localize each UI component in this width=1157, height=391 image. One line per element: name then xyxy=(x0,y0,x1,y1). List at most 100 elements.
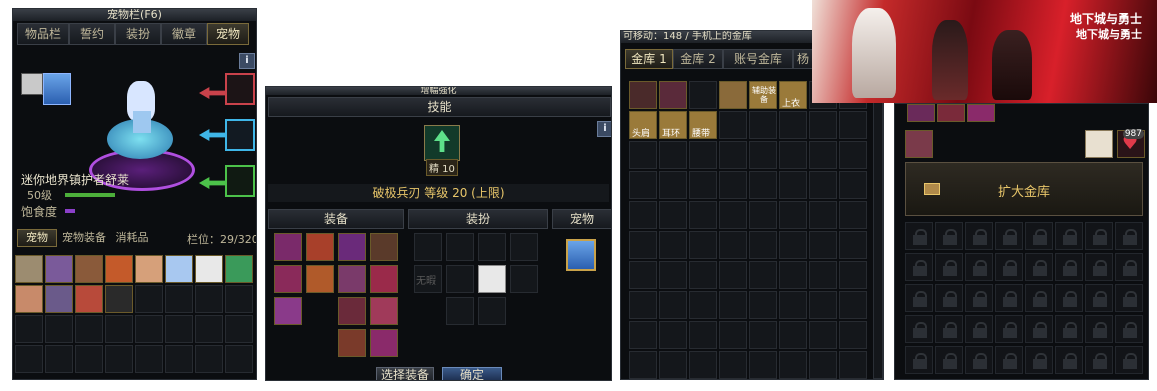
locked-slot[interactable] xyxy=(965,315,993,343)
equipment-item[interactable] xyxy=(338,329,366,357)
empty-slot[interactable] xyxy=(225,285,253,313)
equipment-item[interactable] xyxy=(370,265,398,293)
empty-slot[interactable] xyxy=(779,291,807,319)
empty-slot[interactable] xyxy=(719,351,747,379)
equipment-item[interactable] xyxy=(274,265,302,293)
locked-slot[interactable] xyxy=(935,346,963,374)
empty-slot[interactable] xyxy=(659,351,687,379)
empty-slot[interactable] xyxy=(689,231,717,259)
empty-slot[interactable] xyxy=(135,315,163,343)
empty-slot[interactable] xyxy=(719,201,747,229)
empty-slot[interactable] xyxy=(779,321,807,349)
locked-slot[interactable] xyxy=(905,346,933,374)
empty-slot[interactable] xyxy=(659,291,687,319)
locked-slot[interactable] xyxy=(935,253,963,281)
empty-slot[interactable] xyxy=(75,345,103,373)
avatar-item[interactable] xyxy=(478,265,506,293)
empty-slot[interactable] xyxy=(659,141,687,169)
locked-slot[interactable] xyxy=(905,315,933,343)
empty-slot[interactable] xyxy=(749,141,777,169)
locked-slot[interactable] xyxy=(995,253,1023,281)
equipment-item[interactable] xyxy=(338,233,366,261)
empty-slot[interactable] xyxy=(749,291,777,319)
subtab-pet-equipment[interactable]: 宠物装备 xyxy=(57,229,111,247)
empty-slot[interactable] xyxy=(689,201,717,229)
empty-slot[interactable] xyxy=(779,351,807,379)
empty-slot[interactable] xyxy=(659,261,687,289)
empty-slot[interactable] xyxy=(659,231,687,259)
locked-slot[interactable] xyxy=(1025,315,1053,343)
empty-slot[interactable] xyxy=(659,201,687,229)
locked-slot[interactable] xyxy=(1085,315,1113,343)
locked-slot[interactable] xyxy=(965,253,993,281)
equipment-item[interactable] xyxy=(370,329,398,357)
empty-slot[interactable] xyxy=(779,171,807,199)
empty-slot[interactable] xyxy=(749,261,777,289)
empty-slot[interactable] xyxy=(689,261,717,289)
empty-slot[interactable] xyxy=(839,321,867,349)
empty-slot[interactable] xyxy=(629,261,657,289)
locked-slot[interactable] xyxy=(1055,222,1083,250)
empty-slot[interactable] xyxy=(165,315,193,343)
locked-slot[interactable] xyxy=(965,346,993,374)
empty-slot[interactable] xyxy=(689,141,717,169)
empty-slot[interactable] xyxy=(809,171,837,199)
empty-slot[interactable] xyxy=(839,201,867,229)
locked-slot[interactable] xyxy=(1025,253,1053,281)
empty-slot[interactable] xyxy=(75,315,103,343)
empty-slot[interactable] xyxy=(659,321,687,349)
creature-portrait[interactable] xyxy=(21,73,43,95)
empty-slot[interactable] xyxy=(809,261,837,289)
locked-slot[interactable] xyxy=(905,253,933,281)
empty-slot[interactable] xyxy=(839,351,867,379)
locked-slot[interactable] xyxy=(1115,284,1143,312)
empty-slot[interactable] xyxy=(779,201,807,229)
locked-slot[interactable] xyxy=(1085,346,1113,374)
select-equipment-button[interactable]: 选择装备 xyxy=(376,367,434,380)
empty-slot[interactable] xyxy=(629,231,657,259)
empty-slot[interactable] xyxy=(749,201,777,229)
empty-slot[interactable] xyxy=(719,231,747,259)
empty-slot[interactable] xyxy=(195,285,223,313)
equipment-item[interactable] xyxy=(370,297,398,325)
pet-item[interactable] xyxy=(75,255,103,283)
empty-slot[interactable] xyxy=(839,111,867,139)
empty-slot[interactable] xyxy=(779,261,807,289)
empty-slot[interactable] xyxy=(719,111,747,139)
locked-slot[interactable] xyxy=(905,284,933,312)
pet-skill-slot-1[interactable] xyxy=(225,73,255,105)
avatar-slot[interactable] xyxy=(446,233,474,261)
storage-scrollbar[interactable] xyxy=(873,81,883,379)
empty-slot[interactable] xyxy=(629,351,657,379)
empty-slot[interactable] xyxy=(689,351,717,379)
empty-slot[interactable] xyxy=(45,345,73,373)
avatar-slot[interactable]: 无暇 xyxy=(414,265,442,293)
pet-item[interactable] xyxy=(165,255,193,283)
locked-slot[interactable] xyxy=(1055,346,1083,374)
empty-slot[interactable] xyxy=(719,171,747,199)
empty-slot[interactable] xyxy=(689,291,717,319)
locked-slot[interactable] xyxy=(1055,253,1083,281)
empty-slot[interactable] xyxy=(839,171,867,199)
pet-item[interactable] xyxy=(15,285,43,313)
pet-item[interactable] xyxy=(45,255,73,283)
empty-slot[interactable] xyxy=(839,141,867,169)
pet-item[interactable] xyxy=(135,255,163,283)
avatar-slot[interactable] xyxy=(446,297,474,325)
empty-slot[interactable] xyxy=(719,141,747,169)
info-button[interactable]: i xyxy=(597,121,611,137)
empty-slot[interactable] xyxy=(135,285,163,313)
locked-slot[interactable] xyxy=(1085,222,1113,250)
empty-slot[interactable] xyxy=(165,345,193,373)
info-button[interactable]: i xyxy=(239,53,255,69)
locked-slot[interactable] xyxy=(1115,315,1143,343)
locked-slot[interactable] xyxy=(965,222,993,250)
empty-slot[interactable] xyxy=(195,315,223,343)
pet-item[interactable] xyxy=(15,255,43,283)
empty-slot[interactable] xyxy=(779,141,807,169)
empty-slot[interactable] xyxy=(45,315,73,343)
subtab-pet[interactable]: 宠物 xyxy=(17,229,57,247)
locked-slot[interactable] xyxy=(1085,284,1113,312)
empty-slot[interactable] xyxy=(749,351,777,379)
locked-slot[interactable] xyxy=(965,284,993,312)
